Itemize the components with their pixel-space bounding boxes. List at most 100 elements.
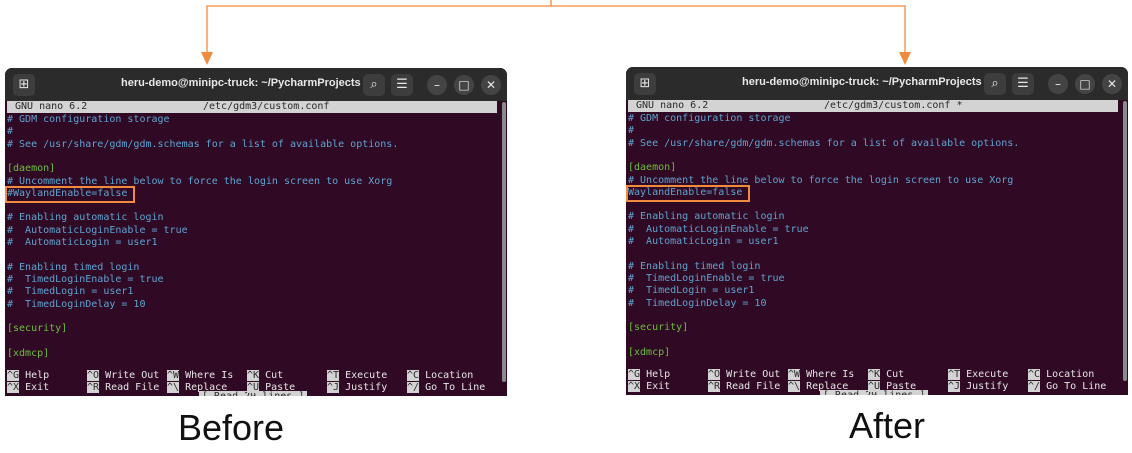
shortcut-label: Exit bbox=[646, 381, 671, 392]
editor-line: # TimedLoginDelay = 10 bbox=[628, 297, 767, 309]
shortcut-label: Where Is bbox=[806, 369, 855, 380]
shortcut-label: Go To Line bbox=[1046, 381, 1107, 392]
shortcut-key: ^X bbox=[628, 381, 641, 392]
shortcut-item[interactable]: ^K Cut bbox=[868, 369, 904, 381]
highlight-box bbox=[5, 185, 135, 203]
shortcut-key: ^R bbox=[708, 381, 721, 392]
shortcut-key: ^K bbox=[247, 370, 260, 381]
shortcut-key: ^U bbox=[868, 381, 881, 392]
caption-after: After bbox=[849, 405, 926, 446]
editor-line: [daemon] bbox=[7, 163, 56, 175]
nano-header: GNU nano 6.2/etc/gdm3/custom.conf * bbox=[628, 100, 1118, 112]
shortcut-item[interactable]: ^W Where Is bbox=[167, 370, 233, 382]
shortcut-label: Exit bbox=[25, 382, 50, 393]
nano-header: GNU nano 6.2/etc/gdm3/custom.conf bbox=[7, 101, 497, 113]
maximize-icon[interactable]: □ bbox=[454, 75, 474, 95]
minimize-icon[interactable]: – bbox=[427, 75, 447, 95]
terminal-window-after: ⊞ heru-demo@minipc-truck: ~/PycharmProjec… bbox=[626, 67, 1128, 395]
terminal-window-before: ⊞ heru-demo@minipc-truck: ~/PycharmProjec… bbox=[5, 68, 507, 396]
maximize-icon[interactable]: □ bbox=[1075, 74, 1095, 94]
window-title: heru-demo@minipc-truck: ~/PycharmProject… bbox=[121, 77, 361, 89]
shortcut-label: Location bbox=[1046, 369, 1095, 380]
shortcut-label: Cut bbox=[886, 369, 905, 380]
shortcut-item[interactable]: ^\ Replace bbox=[788, 381, 848, 393]
nano-version: GNU nano 6.2 bbox=[15, 101, 88, 112]
shortcut-key: ^\ bbox=[167, 382, 180, 393]
shortcut-key: ^G bbox=[7, 370, 20, 381]
shortcut-item[interactable]: ^C Location bbox=[407, 370, 473, 382]
editor-line: # Enabling automatic login bbox=[7, 212, 164, 224]
shortcut-key: ^W bbox=[167, 370, 180, 381]
shortcut-label: Write Out bbox=[726, 369, 781, 380]
shortcut-item[interactable]: ^R Read File bbox=[87, 382, 159, 394]
shortcut-item[interactable]: ^J Justify bbox=[327, 382, 387, 394]
shortcut-item[interactable]: ^T Execute bbox=[948, 369, 1008, 381]
shortcut-label: Execute bbox=[345, 370, 388, 381]
editor-line: [daemon] bbox=[628, 162, 677, 174]
menu-icon[interactable]: ☰ bbox=[1012, 73, 1034, 95]
file-name: /etc/gdm3/custom.conf * bbox=[824, 100, 963, 111]
shortcut-item[interactable]: ^T Execute bbox=[327, 370, 387, 382]
shortcut-key: ^\ bbox=[788, 381, 801, 392]
editor-line: # AutomaticLogin = user1 bbox=[628, 236, 779, 247]
shortcut-label: Justify bbox=[966, 381, 1009, 392]
shortcut-key: ^O bbox=[708, 369, 721, 380]
close-icon[interactable]: ✕ bbox=[481, 75, 501, 95]
connector-arrows bbox=[201, 0, 911, 65]
editor-line: # See /usr/share/gdm/gdm.schemas for a l… bbox=[7, 138, 399, 150]
scrollbar[interactable] bbox=[1123, 101, 1127, 381]
shortcut-item[interactable]: ^U Paste bbox=[247, 382, 295, 394]
editor-line: # Enabling timed login bbox=[628, 260, 761, 272]
editor-line: # bbox=[7, 126, 14, 138]
new-tab-icon[interactable]: ⊞ bbox=[634, 73, 656, 95]
shortcut-item[interactable]: ^O Write Out bbox=[708, 369, 780, 381]
shortcut-item[interactable]: ^W Where Is bbox=[788, 369, 854, 381]
shortcut-key: ^W bbox=[788, 369, 801, 380]
nano-editor[interactable]: GNU nano 6.2/etc/gdm3/custom.conf * # GDM… bbox=[626, 100, 1118, 395]
shortcut-key: ^/ bbox=[407, 382, 420, 393]
editor-line: # See /usr/share/gdm/gdm.schemas for a l… bbox=[628, 137, 1020, 149]
editor-line: # bbox=[628, 125, 635, 137]
arrow-head-after bbox=[899, 52, 911, 65]
nano-editor[interactable]: GNU nano 6.2/etc/gdm3/custom.conf # GDM c… bbox=[5, 101, 497, 396]
editor-line: # GDM configuration storage bbox=[7, 114, 170, 125]
shortcut-item[interactable]: ^X Exit bbox=[628, 381, 670, 393]
shortcut-key: ^K bbox=[868, 369, 881, 380]
editor-line: # TimedLogin = user1 bbox=[7, 286, 134, 298]
shortcut-key: ^J bbox=[327, 382, 340, 393]
search-icon[interactable]: ⌕ bbox=[363, 74, 385, 96]
shortcut-item[interactable]: ^X Exit bbox=[7, 382, 49, 394]
editor-line: # AutomaticLogin = user1 bbox=[7, 237, 158, 248]
shortcut-item[interactable]: ^R Read File bbox=[708, 381, 780, 393]
shortcut-key: ^R bbox=[87, 382, 100, 393]
close-icon[interactable]: ✕ bbox=[1102, 74, 1122, 94]
shortcut-item[interactable]: ^G Help bbox=[7, 370, 49, 382]
shortcut-key: ^U bbox=[247, 382, 260, 393]
shortcut-item[interactable]: ^K Cut bbox=[247, 370, 283, 382]
editor-line: [xdmcp] bbox=[628, 346, 671, 358]
editor-line: [xdmcp] bbox=[7, 347, 50, 359]
menu-icon[interactable]: ☰ bbox=[391, 74, 413, 96]
titlebar: ⊞ heru-demo@minipc-truck: ~/PycharmProjec… bbox=[5, 68, 507, 101]
shortcut-item[interactable]: ^O Write Out bbox=[87, 370, 159, 382]
shortcut-key: ^J bbox=[948, 381, 961, 392]
editor-line: # AutomaticLoginEnable = true bbox=[628, 223, 809, 235]
new-tab-icon[interactable]: ⊞ bbox=[13, 74, 35, 96]
editor-line: [security] bbox=[7, 323, 68, 335]
editor-line: # Enabling timed login bbox=[7, 261, 140, 273]
shortcut-item[interactable]: ^/ Go To Line bbox=[1028, 381, 1106, 393]
shortcut-item[interactable]: ^U Paste bbox=[868, 381, 916, 393]
shortcut-key: ^T bbox=[948, 369, 961, 380]
shortcut-item[interactable]: ^\ Replace bbox=[167, 382, 227, 394]
shortcut-item[interactable]: ^J Justify bbox=[948, 381, 1008, 393]
shortcut-key: ^T bbox=[327, 370, 340, 381]
scrollbar[interactable] bbox=[502, 102, 506, 382]
shortcut-item[interactable]: ^G Help bbox=[628, 369, 670, 381]
shortcut-item[interactable]: ^C Location bbox=[1028, 369, 1094, 381]
shortcut-key: ^G bbox=[628, 369, 641, 380]
nano-version: GNU nano 6.2 bbox=[636, 100, 709, 111]
shortcut-item[interactable]: ^/ Go To Line bbox=[407, 382, 485, 394]
minimize-icon[interactable]: – bbox=[1048, 74, 1068, 94]
search-icon[interactable]: ⌕ bbox=[984, 73, 1006, 95]
editor-line: [security] bbox=[628, 322, 689, 334]
